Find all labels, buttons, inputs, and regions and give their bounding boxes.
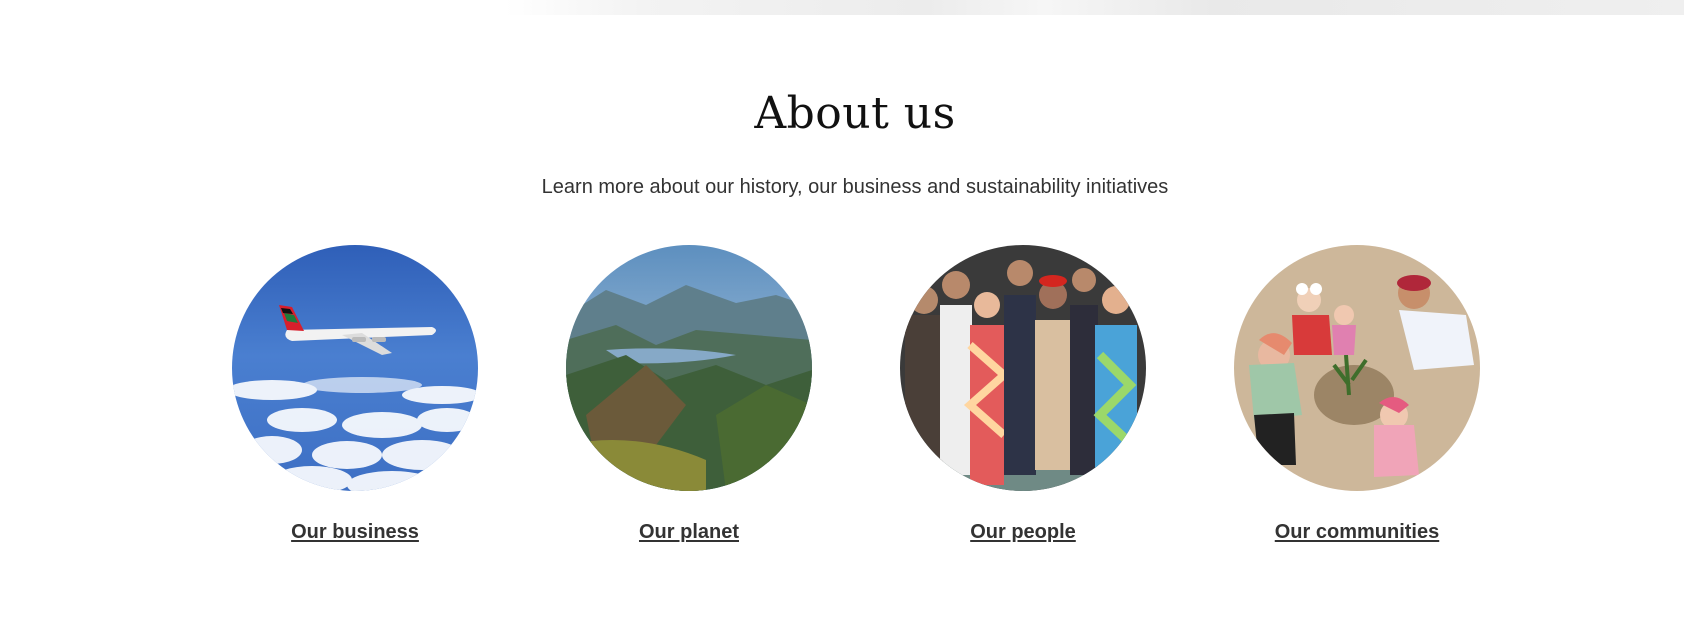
our-communities-link[interactable]: Our communities: [1232, 521, 1482, 544]
planting-community-image[interactable]: [1234, 245, 1480, 491]
card-our-people[interactable]: Our people: [898, 245, 1148, 544]
mountain-landscape-image[interactable]: [566, 245, 812, 491]
about-us-section: About us Learn more about our history, o…: [0, 0, 1684, 622]
section-title: About us: [754, 88, 956, 139]
airplane-sky-image[interactable]: [232, 245, 478, 491]
card-our-planet[interactable]: Our planet: [564, 245, 814, 544]
card-our-communities[interactable]: Our communities: [1232, 245, 1482, 544]
crew-group-image[interactable]: [900, 245, 1146, 491]
our-people-link[interactable]: Our people: [898, 521, 1148, 544]
card-our-business[interactable]: Our business: [230, 245, 480, 544]
section-subtitle: Learn more about our history, our busine…: [541, 176, 1169, 198]
our-planet-link[interactable]: Our planet: [564, 521, 814, 544]
our-business-link[interactable]: Our business: [230, 521, 480, 544]
